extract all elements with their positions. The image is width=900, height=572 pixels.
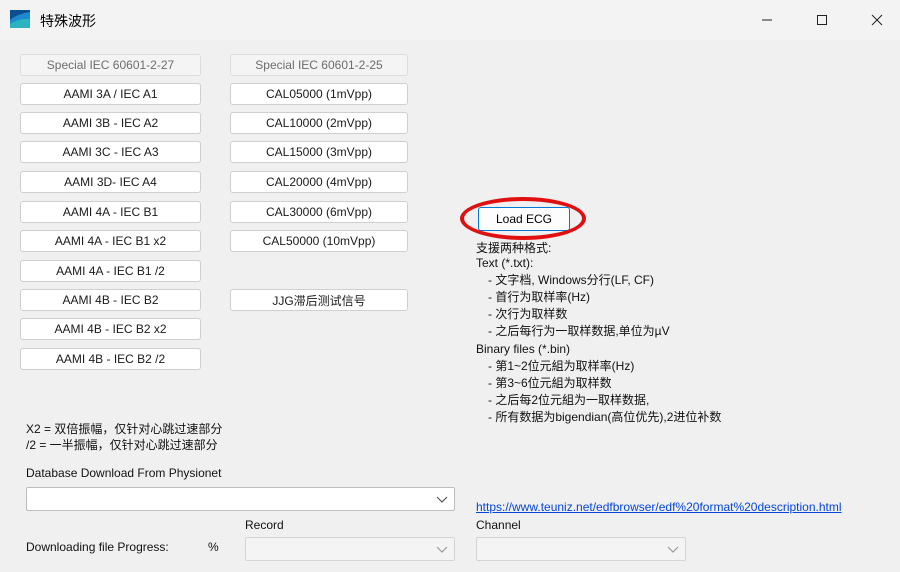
format-info-heading: 支援两种格式:	[476, 241, 552, 255]
special-iec-60601-2-27-button[interactable]: Special IEC 60601-2-27	[20, 54, 201, 76]
special-waveform-window: 特殊波形 Special IEC 60601-2-27 AAMI 3A / IE…	[0, 0, 900, 572]
close-button[interactable]	[854, 6, 900, 34]
edf-format-link[interactable]: https://www.teuniz.net/edfbrowser/edf%20…	[476, 500, 842, 514]
format-info-line: - 第3~6位元組为取样数	[488, 376, 612, 390]
aami-3b-button[interactable]: AAMI 3B - IEC A2	[20, 112, 201, 134]
minimize-icon	[762, 19, 772, 21]
format-info-line: - 次行为取样数	[488, 307, 568, 321]
minimize-button[interactable]	[744, 6, 790, 34]
aami-4a-half-button[interactable]: AAMI 4A - IEC B1 /2	[20, 260, 201, 282]
chevron-down-icon	[436, 496, 448, 503]
format-info-line: - 所有数据为bigendian(高位优先),2进位补数	[488, 410, 722, 424]
aami-4b-x2-button[interactable]: AAMI 4B - IEC B2 x2	[20, 318, 201, 340]
format-info-line: - 首行为取样率(Hz)	[488, 290, 590, 304]
note-half: /2 = 一半振幅，仅针对心跳过速部分	[26, 438, 218, 452]
aami-3c-button[interactable]: AAMI 3C - IEC A3	[20, 141, 201, 163]
channel-select[interactable]	[476, 537, 686, 561]
close-icon	[871, 14, 883, 26]
aami-3d-button[interactable]: AAMI 3D- IEC A4	[20, 171, 201, 193]
progress-label: Downloading file Progress:	[26, 540, 169, 554]
format-info-line: - 之后每行为一取样数据,单位为µV	[488, 324, 670, 338]
aami-4b-button[interactable]: AAMI 4B - IEC B2	[20, 289, 201, 311]
chevron-down-icon	[436, 546, 448, 553]
format-info-line: Binary files (*.bin)	[476, 342, 571, 356]
aami-4a-button[interactable]: AAMI 4A - IEC B1	[20, 201, 201, 223]
chevron-down-icon	[667, 546, 679, 553]
channel-label: Channel	[476, 518, 521, 532]
cal50000-button[interactable]: CAL50000 (10mVpp)	[230, 230, 408, 252]
title-bar: 特殊波形	[0, 0, 900, 40]
aami-3a-button[interactable]: AAMI 3A / IEC A1	[20, 83, 201, 105]
record-label: Record	[245, 518, 284, 532]
progress-percent: %	[208, 540, 219, 554]
database-download-label: Database Download From Physionet	[26, 466, 222, 480]
format-info-line: - 文字档, Windows分行(LF, CF)	[488, 273, 655, 287]
database-select[interactable]	[26, 487, 455, 511]
special-iec-60601-2-25-button[interactable]: Special IEC 60601-2-25	[230, 54, 408, 76]
maximize-button[interactable]	[799, 6, 845, 34]
cal15000-button[interactable]: CAL15000 (3mVpp)	[230, 141, 408, 163]
aami-4a-x2-button[interactable]: AAMI 4A - IEC B1 x2	[20, 230, 201, 252]
aami-4b-half-button[interactable]: AAMI 4B - IEC B2 /2	[20, 348, 201, 370]
window-title: 特殊波形	[40, 13, 96, 29]
cal05000-button[interactable]: CAL05000 (1mVpp)	[230, 83, 408, 105]
format-info-line: Text (*.txt):	[476, 256, 534, 270]
record-select[interactable]	[245, 537, 455, 561]
format-info-line: - 之后每2位元組为一取样数据,	[488, 393, 650, 407]
app-logo-icon	[10, 10, 30, 28]
note-x2: X2 = 双倍振幅，仅针对心跳过速部分	[26, 422, 223, 436]
main-content: Special IEC 60601-2-27 AAMI 3A / IEC A1 …	[0, 40, 900, 572]
cal30000-button[interactable]: CAL30000 (6mVpp)	[230, 201, 408, 223]
load-ecg-button[interactable]: Load ECG	[478, 207, 570, 231]
format-info-line: - 第1~2位元組为取样率(Hz)	[488, 359, 635, 373]
maximize-icon	[817, 15, 827, 25]
jjg-lag-test-button[interactable]: JJG滞后测试信号	[230, 289, 408, 311]
cal10000-button[interactable]: CAL10000 (2mVpp)	[230, 112, 408, 134]
cal20000-button[interactable]: CAL20000 (4mVpp)	[230, 171, 408, 193]
